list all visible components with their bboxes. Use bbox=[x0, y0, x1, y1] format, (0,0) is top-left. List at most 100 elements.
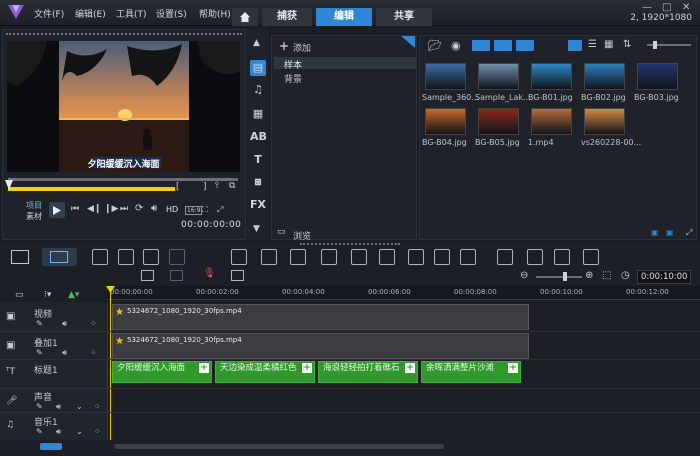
fullscreen-icon[interactable]: ⤢ bbox=[217, 205, 223, 215]
title-clip[interactable]: 天边染成温柔橘红色 + bbox=[215, 361, 315, 383]
chapter-icon[interactable]: ⁝▾ bbox=[44, 290, 51, 300]
go-end-icon[interactable]: ⏭ bbox=[120, 204, 128, 214]
graphics-icon[interactable]: ⧆ bbox=[250, 174, 266, 190]
undo-icon[interactable] bbox=[143, 249, 159, 265]
track-motion-icon[interactable] bbox=[460, 249, 476, 265]
title-tool-icon[interactable] bbox=[379, 249, 395, 265]
mode-clip[interactable]: 素材 bbox=[26, 211, 42, 222]
maximize-icon[interactable]: □ bbox=[662, 2, 671, 13]
media-icon[interactable]: ▤ bbox=[250, 60, 266, 76]
thumbnail-view-button[interactable] bbox=[568, 40, 582, 51]
media-thumbnail[interactable] bbox=[478, 108, 519, 135]
chevron-down-icon[interactable]: ⌄ bbox=[76, 427, 83, 436]
filter-icon[interactable]: FX bbox=[250, 197, 266, 213]
track-volume-icon[interactable]: 🔊︎ bbox=[56, 402, 61, 412]
aspect-ratio[interactable]: 16:9 bbox=[185, 206, 203, 215]
media-thumbnail[interactable] bbox=[637, 63, 678, 90]
mode-project[interactable]: 项目 bbox=[26, 200, 42, 211]
instant-project-icon[interactable]: ▦ bbox=[250, 106, 266, 122]
tab-home[interactable] bbox=[232, 8, 258, 26]
media-thumbnail[interactable] bbox=[531, 108, 572, 135]
track-volume-icon[interactable]: 🔊︎ bbox=[56, 427, 61, 437]
next-frame-icon[interactable]: ❙▶ bbox=[104, 204, 118, 214]
filter-video-button[interactable] bbox=[472, 40, 490, 51]
media-thumbnail[interactable] bbox=[425, 108, 466, 135]
library-view-icon[interactable]: ▣ bbox=[651, 228, 659, 237]
edit-track-icon[interactable]: ✎ bbox=[36, 319, 43, 328]
motion-icon[interactable] bbox=[408, 249, 424, 265]
mark-in-icon[interactable]: [ bbox=[176, 182, 180, 192]
zoom-handle[interactable] bbox=[563, 272, 567, 281]
split-icon[interactable]: ⫯ bbox=[215, 181, 219, 191]
grid-view-icon[interactable]: ▦ bbox=[604, 39, 613, 50]
fit-icon[interactable] bbox=[261, 249, 277, 265]
zoom-slider[interactable] bbox=[536, 276, 582, 278]
filter-photo-button[interactable] bbox=[494, 40, 512, 51]
filter-audio-button[interactable] bbox=[516, 40, 534, 51]
volume-icon[interactable]: 🔊︎ bbox=[151, 203, 157, 214]
subtitle-editor-icon[interactable] bbox=[141, 270, 154, 281]
record-voice-icon[interactable]: 🎙︎ bbox=[203, 268, 216, 279]
tab-capture[interactable]: 捕获 bbox=[262, 8, 312, 26]
timeline-scrollbar[interactable] bbox=[114, 444, 444, 449]
playhead[interactable] bbox=[110, 286, 111, 440]
timeline-scroll-button[interactable] bbox=[40, 443, 62, 450]
menu-settings[interactable]: 设置(S) bbox=[156, 7, 187, 20]
3d-title-icon[interactable] bbox=[527, 249, 543, 265]
transition-icon[interactable]: AB bbox=[250, 129, 267, 145]
track-grid-icon[interactable]: ⁘ bbox=[94, 402, 101, 411]
minimize-icon[interactable]: — bbox=[642, 2, 652, 13]
redo-icon[interactable] bbox=[169, 249, 185, 265]
add-icon[interactable]: + bbox=[279, 39, 289, 53]
tab-edit[interactable]: 编辑 bbox=[316, 8, 372, 26]
title-icon[interactable]: T bbox=[250, 152, 266, 168]
ripple-edit-icon[interactable]: ▲▾ bbox=[68, 290, 79, 300]
edit-track-icon[interactable]: ✎ bbox=[36, 427, 43, 436]
collapse-down-icon[interactable]: ▼ bbox=[253, 224, 260, 234]
crop-tool-icon[interactable] bbox=[231, 249, 247, 265]
list-view-icon[interactable]: ☰ bbox=[588, 39, 597, 50]
enlarge-icon[interactable]: ⧉ bbox=[229, 181, 235, 191]
video-clip[interactable]: ★ 5324672_1080_1920_30fps.mp4 bbox=[112, 304, 529, 330]
speed-icon[interactable] bbox=[497, 249, 513, 265]
close-icon[interactable]: ✕ bbox=[682, 2, 690, 13]
mask-icon[interactable] bbox=[434, 249, 450, 265]
folder-item-sample[interactable]: 样本 bbox=[274, 57, 416, 71]
edit-track-icon[interactable]: ✎ bbox=[36, 402, 43, 411]
track-volume-icon[interactable]: 🔊︎ bbox=[62, 348, 67, 358]
trim-bar[interactable] bbox=[8, 187, 175, 191]
menu-tools[interactable]: 工具(T) bbox=[116, 7, 147, 20]
zoom-in-icon[interactable]: ⊕ bbox=[585, 270, 593, 281]
sort-icon[interactable]: ⇅ bbox=[623, 39, 631, 50]
media-thumbnail[interactable] bbox=[425, 63, 466, 90]
audio-duck-icon[interactable] bbox=[583, 249, 599, 265]
menu-edit[interactable]: 编辑(E) bbox=[75, 7, 106, 20]
duration-icon[interactable]: ◷ bbox=[621, 270, 630, 281]
media-thumbnail[interactable] bbox=[584, 63, 625, 90]
timecode[interactable]: 00:00:00:00 bbox=[181, 220, 241, 230]
media-thumbnail[interactable] bbox=[531, 63, 572, 90]
media-thumbnail[interactable] bbox=[478, 63, 519, 90]
zoom-out-icon[interactable]: ⊖ bbox=[520, 270, 528, 281]
overlay-clip[interactable]: ★ 5324672_1080_1920_30fps.mp4 bbox=[112, 333, 529, 359]
library-expand-icon[interactable]: ⤢ bbox=[686, 228, 692, 238]
scrubber-track[interactable] bbox=[8, 178, 238, 181]
fit-project-icon[interactable]: ⬚ bbox=[602, 270, 611, 281]
title-clip[interactable]: 余晖洒满整片沙滩 + bbox=[421, 361, 521, 383]
track-grid-icon[interactable]: ⁘ bbox=[94, 427, 101, 436]
track-volume-icon[interactable]: 🔊︎ bbox=[62, 319, 67, 329]
color-grading-icon[interactable] bbox=[321, 249, 337, 265]
track-manager-icon[interactable]: ▭ bbox=[15, 290, 24, 300]
collapse-up-icon[interactable]: ▲ bbox=[253, 38, 260, 48]
menu-help[interactable]: 帮助(H) bbox=[199, 7, 231, 20]
media-thumbnail[interactable] bbox=[584, 108, 625, 135]
split-tool-icon[interactable] bbox=[290, 249, 306, 265]
thumb-size-handle[interactable] bbox=[653, 41, 657, 49]
hd-toggle[interactable]: HD bbox=[166, 205, 178, 214]
prev-frame-icon[interactable]: ◀❙ bbox=[87, 204, 101, 214]
mix-icon[interactable] bbox=[351, 249, 367, 265]
browse-icon[interactable]: ▭ bbox=[277, 227, 286, 237]
title-clip[interactable]: 夕阳缓缓沉入海面 + bbox=[112, 361, 212, 383]
library-options-icon[interactable]: ▣ bbox=[666, 228, 674, 237]
audio-icon[interactable]: ♫ bbox=[250, 82, 266, 98]
